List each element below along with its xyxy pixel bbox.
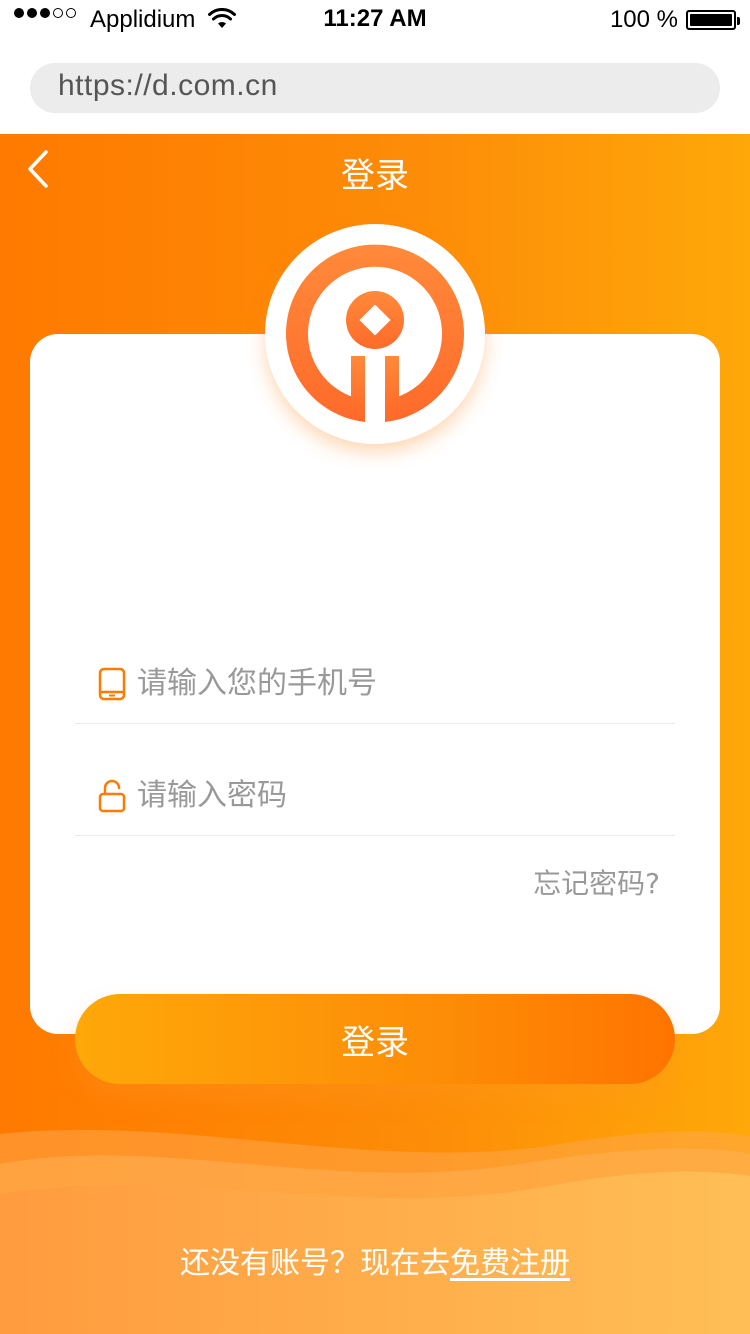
register-prompt: 还没有账号？现在去免费注册 <box>0 1238 750 1282</box>
login-button[interactable]: 登录 <box>75 994 675 1084</box>
url-text[interactable]: https://d.com.cn <box>58 69 278 103</box>
app-logo <box>265 224 485 444</box>
phone-field <box>75 644 675 724</box>
page-title: 登录 <box>341 156 409 196</box>
login-page: 登录 忘记密码? 登录 <box>0 134 750 1334</box>
password-field <box>75 756 675 836</box>
coin-logo-icon <box>286 244 464 422</box>
unlock-icon <box>98 779 126 813</box>
battery-icon <box>686 10 740 30</box>
forgot-password-link[interactable]: 忘记密码? <box>533 862 660 902</box>
screen: Applidium 11:27 AM 100 % https://d.com.c… <box>0 0 750 1334</box>
register-link[interactable]: 免费注册 <box>450 1246 570 1281</box>
address-bar[interactable]: https://d.com.cn <box>30 63 720 113</box>
status-bar: Applidium 11:27 AM 100 % <box>0 0 750 40</box>
battery-percentage: 100 % <box>609 6 678 33</box>
password-input[interactable] <box>137 770 657 820</box>
wave-decoration <box>0 1129 750 1334</box>
phone-input[interactable] <box>137 658 657 708</box>
browser-toolbar: https://d.com.cn <box>0 40 750 134</box>
register-prompt-text: 还没有账号？现在去 <box>180 1246 450 1281</box>
phone-icon <box>98 667 126 701</box>
